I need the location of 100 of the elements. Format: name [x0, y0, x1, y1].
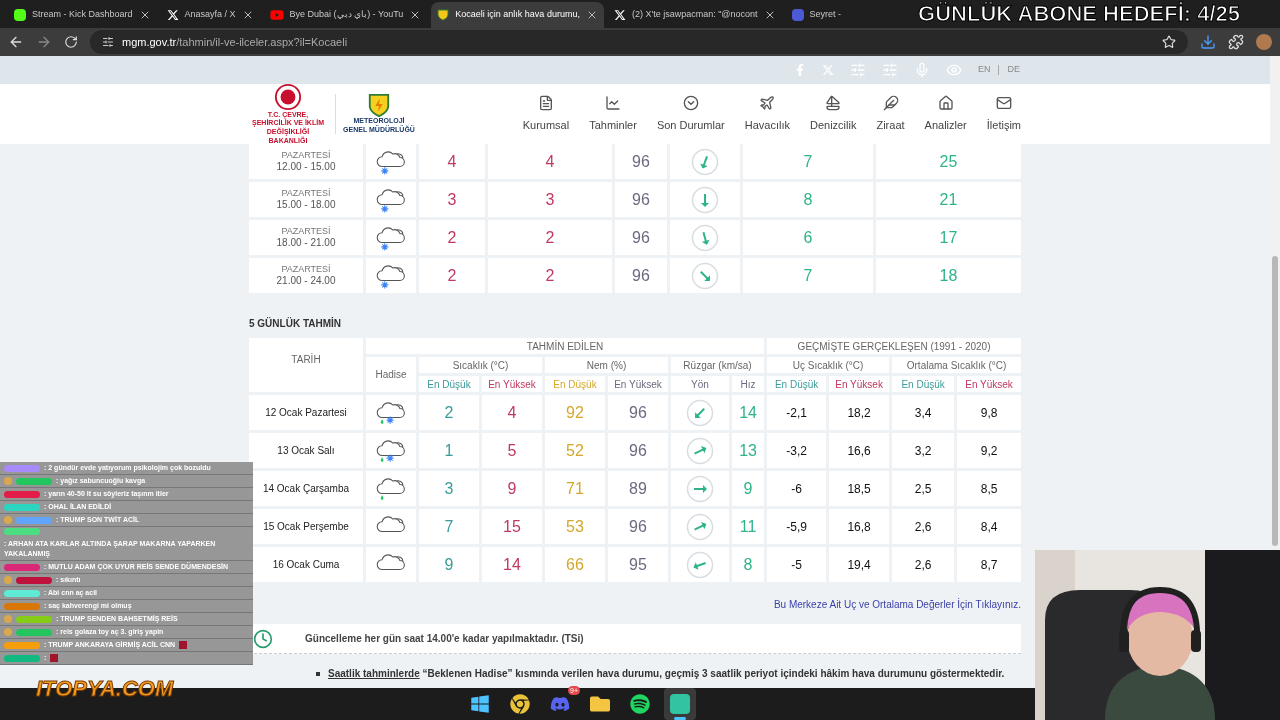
table-cell: 4	[488, 144, 612, 179]
table-header: Uç Sıcaklık (°C)	[767, 357, 890, 373]
table-header: Nem (%)	[545, 357, 668, 373]
note-text: Saatlik tahminlerde “Beklenen Hadise” kısmında verilen hava durumu, geçmiş 3 saatlik periyot içindeki hâkim hava durumunu göstermektedir.	[328, 667, 1005, 681]
table-cell: 2	[488, 220, 612, 255]
table-cell: 11	[732, 509, 765, 544]
table-header: TARİH	[249, 338, 363, 392]
table-cell: -5,9	[767, 509, 827, 544]
table-cell: 8	[743, 182, 873, 217]
shield-icon	[437, 9, 450, 21]
reload-icon[interactable]	[64, 35, 78, 49]
tab-title: Bye Dubai (باي دبي) - YouTu	[289, 8, 404, 22]
table-cell: 4	[482, 395, 542, 430]
extensions-icon[interactable]	[1228, 34, 1244, 50]
table-cell: 9,2	[957, 433, 1021, 468]
table-cell: -3,2	[767, 433, 827, 468]
table-cell: 96	[615, 220, 667, 255]
site-settings-icon[interactable]	[102, 36, 114, 48]
table-cell: 6	[743, 220, 873, 255]
download-icon[interactable]	[1200, 34, 1216, 50]
table-cell: 7	[419, 509, 479, 544]
user-badge-icon	[4, 576, 12, 584]
table-cell: 9	[482, 471, 542, 506]
table-cell: 3	[488, 182, 612, 217]
table-cell: -6	[767, 471, 827, 506]
averages-link[interactable]: Bu Merkeze Ait Uç ve Ortalama Değerler İçin Tıklayınız.	[773, 597, 1021, 612]
table-cell: 14	[732, 395, 765, 430]
table-cell: 16,6	[829, 433, 890, 468]
overlay-title: GÜNLÜK ABONE HEDEFİ: 4/25	[918, 0, 1240, 28]
back-icon[interactable]	[8, 34, 24, 50]
table-cell: 89	[608, 471, 668, 506]
table-header: Yön	[671, 376, 729, 392]
table-cell: 3	[419, 182, 485, 217]
chart-icon	[605, 94, 622, 111]
table-cell: 9,8	[957, 395, 1021, 430]
table-cell: 4	[419, 144, 485, 179]
user-badge-icon	[4, 477, 12, 485]
table-header: Rüzgar (km/sa)	[671, 357, 765, 373]
mail-icon	[995, 94, 1012, 111]
nav-item[interactable]: Kurumsal	[522, 94, 570, 134]
table-cell: 52	[545, 433, 605, 468]
table-cell: 95	[608, 547, 668, 582]
period-cell: PAZARTESİ 15.00 - 18.00	[249, 182, 363, 217]
table-header: En Düşük	[419, 376, 479, 392]
browser-tab[interactable]: Seyret -	[785, 2, 848, 28]
browser-tab[interactable]: Anasayfa / X	[160, 2, 260, 28]
nav-item[interactable]: İletişim	[986, 94, 1021, 134]
table-cell: 3,4	[892, 395, 955, 430]
tab-title: (2) X'te jsawpacman: "@nocont	[631, 8, 758, 22]
browser-tab[interactable]: Stream - Kick Dashboard	[8, 2, 157, 28]
forward-icon[interactable]	[36, 34, 52, 50]
nav-item[interactable]: Ziraat	[876, 94, 905, 134]
browser-tab[interactable]: Kocaeli için anlık hava durumu,	[431, 2, 604, 28]
table-cell: 1	[419, 433, 479, 468]
table-cell: 25	[876, 144, 1021, 179]
table-cell: -5	[767, 547, 827, 582]
address-bar[interactable]: mgm.gov.tr/tahmin/il-ve-ilceler.aspx?il=Kocaeli	[90, 30, 1188, 54]
nav-item[interactable]: Havacılık	[744, 94, 790, 134]
table-cell: 2	[419, 395, 479, 430]
table-cell: 3	[419, 471, 479, 506]
table-cell: 18,2	[829, 395, 890, 430]
profile-avatar[interactable]	[1256, 34, 1272, 50]
table-cell: 8	[732, 547, 765, 582]
hourly-forecast-link[interactable]: Saatlik tahminlerde	[328, 668, 420, 679]
date-cell: 13 Ocak Salı	[249, 433, 363, 468]
table-cell: 96	[615, 258, 667, 293]
table-cell: 17	[876, 220, 1021, 255]
table-cell: 15	[482, 509, 542, 544]
nav-item[interactable]: Denizcilik	[810, 94, 857, 134]
table-cell: 96	[608, 433, 668, 468]
table-cell: 7	[743, 144, 873, 179]
tab-title: Stream - Kick Dashboard	[32, 8, 133, 22]
nav-item[interactable]: Analizler	[924, 94, 967, 134]
taskbar-button[interactable]	[664, 688, 696, 720]
nav-item[interactable]: Tahminler	[589, 94, 637, 134]
nav-item[interactable]: Son Durumlar	[656, 94, 725, 134]
table-cell: 7	[743, 258, 873, 293]
browser-tab[interactable]: Bye Dubai (باي دبي) - YouTu	[263, 2, 428, 28]
clock-icon	[253, 628, 273, 649]
feather-icon	[882, 94, 899, 111]
chrome-logo-icon	[510, 694, 530, 714]
section-title: 5 GÜNLÜK TAHMİN	[249, 316, 343, 331]
table-header: TAHMİN EDİLEN	[366, 338, 765, 354]
browser-tab[interactable]: (2) X'te jsawpacman: "@nocont	[607, 2, 782, 28]
table-header: En Yüksek	[957, 376, 1021, 392]
table-cell: 5	[482, 433, 542, 468]
table-cell: 19,4	[829, 547, 890, 582]
table-header: En Yüksek	[829, 376, 890, 392]
tab-title: Seyret -	[809, 8, 842, 22]
bookmark-star-icon[interactable]	[1162, 35, 1176, 49]
page-icon	[791, 9, 804, 21]
table-cell: -2,1	[767, 395, 827, 430]
folder-icon	[590, 694, 610, 714]
scrollbar[interactable]	[1270, 56, 1280, 550]
table-cell: 21	[876, 182, 1021, 217]
table-cell: 2	[419, 220, 485, 255]
x-logo-icon	[166, 9, 179, 21]
chevron-circle-icon	[682, 94, 699, 111]
table-cell: 2,6	[892, 509, 955, 544]
table-cell: 96	[608, 395, 668, 430]
